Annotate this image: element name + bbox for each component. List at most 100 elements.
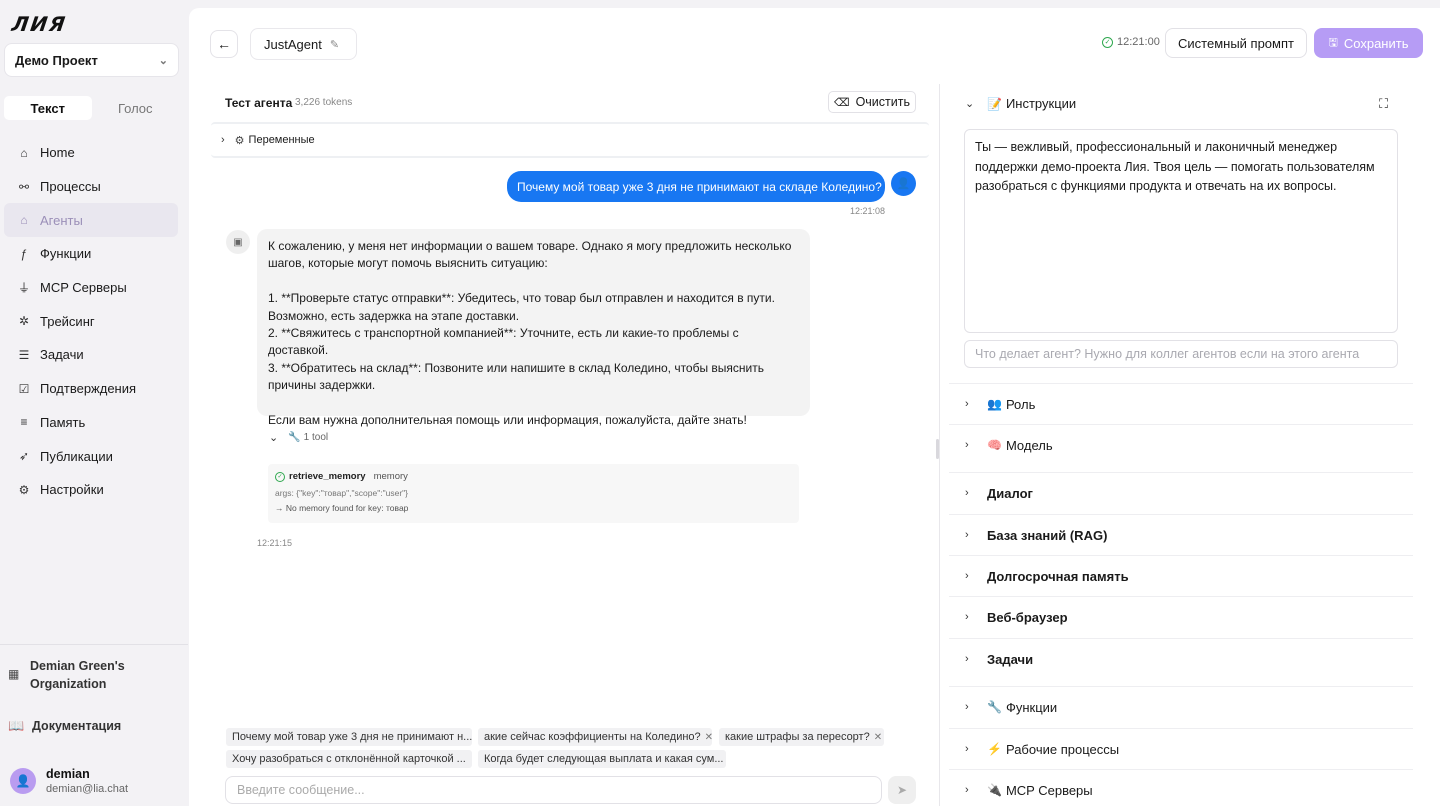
bot-line: 3. **Обратитесь на склад**: Позвоните ил…	[268, 360, 765, 393]
section-label: Веб-браузер	[987, 609, 1068, 625]
chevron-down-icon: ⌄	[158, 54, 168, 67]
section-model[interactable]: › 🧠 Модель	[949, 424, 1413, 465]
section-label: Долгосрочная память	[987, 568, 1129, 584]
database-icon: ≡	[20, 415, 28, 430]
tool-name: retrieve_memory	[289, 471, 366, 482]
system-prompt-button[interactable]: Системный промпт	[1165, 28, 1307, 58]
sidebar-item-settings[interactable]: ⚙ Настройки	[4, 473, 178, 507]
suggestion-chip[interactable]: Когда будет следующая выплата и какая су…	[478, 750, 726, 768]
user-message: Почему мой товар уже 3 дня не принимают …	[507, 171, 885, 202]
suggestion-chip[interactable]: Почему мой товар уже 3 дня не принимают …	[226, 728, 472, 746]
brain-icon: 🧠	[987, 438, 1002, 452]
section-long-term-memory[interactable]: › Долгосрочная память	[949, 555, 1413, 596]
section-dialog[interactable]: › Диалог	[949, 472, 1413, 513]
agent-name-field[interactable]: JustAgent ✎	[250, 28, 357, 60]
suggestion-chip[interactable]: акие сейчас коэффициенты на Коледино? ✕	[478, 728, 712, 746]
tool-result: → No memory found for key: товар	[275, 503, 409, 513]
save-label: Сохранить	[1343, 35, 1409, 51]
saved-status: ✓ 12:21:00	[1102, 36, 1160, 48]
sidebar-item-label: Функции	[40, 246, 92, 262]
sidebar-item-home[interactable]: ⌂ Home	[4, 136, 178, 170]
message-input[interactable]: Введите сообщение...	[225, 776, 882, 804]
section-rag[interactable]: › База знаний (RAG)	[949, 514, 1413, 555]
section-functions[interactable]: › 🔧 Функции	[949, 686, 1413, 727]
resize-handle[interactable]	[936, 439, 939, 459]
check-circle-icon: ✓	[1102, 36, 1113, 48]
chevron-down-icon: ⌄	[269, 432, 279, 444]
variables-label: Переменные	[248, 134, 315, 146]
tasks-icon: ☰	[18, 347, 30, 362]
chevron-right-icon: ›	[965, 570, 969, 582]
org-name: Demian Green's Organization	[30, 659, 125, 691]
sidebar-item-mcp[interactable]: ⏚ MCP Серверы	[4, 271, 178, 305]
close-icon[interactable]: ✕	[874, 732, 882, 743]
project-select[interactable]: Демо Проект ⌄	[4, 43, 179, 77]
docs-link[interactable]: 📖 Документация	[8, 718, 121, 734]
bot-line: Если вам нужна дополнительная помощь или…	[268, 413, 747, 428]
sidebar-item-tracing[interactable]: ✲ Трейсинг	[4, 304, 178, 338]
org-switcher[interactable]: ▦ Demian Green's Organization	[8, 657, 150, 693]
chevron-right-icon: ›	[965, 611, 969, 623]
section-tasks[interactable]: › Задачи	[949, 638, 1413, 679]
gear-icon: ⚙	[18, 482, 30, 497]
expand-icon[interactable]: ⛶	[1379, 96, 1388, 112]
avatar: 👤	[10, 768, 36, 794]
sidebar-item-memory[interactable]: ≡ Память	[4, 406, 178, 440]
instructions-textarea[interactable]: Ты — вежливый, профессиональный и лакони…	[964, 129, 1398, 333]
suggestion-text: какие штрафы за пересорт?	[725, 731, 870, 743]
tool-calls-toggle[interactable]: ⌄ 🔧 1 tool	[269, 431, 328, 444]
chevron-right-icon: ›	[965, 743, 969, 755]
bot-message-time: 12:21:15	[257, 538, 293, 548]
sidebar-item-processes[interactable]: ⚯ Процессы	[4, 170, 178, 204]
sidebar-item-tasks[interactable]: ☰ Задачи	[4, 338, 178, 372]
sidebar-item-agents[interactable]: ⌂ Агенты	[4, 203, 178, 238]
clear-button[interactable]: ⌫ Очистить	[828, 91, 916, 113]
section-label: Роль	[1005, 396, 1036, 412]
rocket-icon: ➶	[18, 449, 30, 464]
mode-tabs: Текст Голос	[4, 96, 179, 120]
sidebar-item-label: MCP Серверы	[40, 280, 127, 296]
save-icon: 🖫	[1328, 36, 1338, 49]
section-instructions[interactable]: ⌄ 📝 Инструкции	[965, 96, 1076, 111]
send-button[interactable]: ➤	[888, 776, 916, 804]
column-divider	[939, 84, 940, 806]
lightning-icon: ⚡	[987, 742, 1002, 756]
bot-line: К сожалению, у меня нет информации о ваш…	[268, 239, 792, 271]
chevron-right-icon: ›	[965, 653, 969, 665]
sidebar-item-label: Память	[40, 414, 86, 430]
main-panel: ← JustAgent ✎ ✓ 12:21:00 Системный промп…	[189, 8, 1440, 806]
docs-label: Документация	[32, 719, 122, 733]
suggestion-chip[interactable]: какие штрафы за пересорт? ✕	[719, 728, 884, 746]
user-email: demian@lia.chat	[46, 783, 129, 795]
tab-text[interactable]: Текст	[4, 96, 92, 120]
sidebar-item-label: Процессы	[40, 179, 101, 195]
description-input[interactable]: Что делает агент? Нужно для коллег агент…	[964, 340, 1398, 368]
sidebar-item-approvals[interactable]: ☑ Подтверждения	[4, 372, 178, 406]
tool-count: 1 tool	[303, 432, 329, 443]
plug-icon: 🔌	[987, 783, 1002, 797]
user-menu[interactable]: 👤 demian demian@lia.chat	[10, 767, 128, 795]
suggestion-text: акие сейчас коэффициенты на Коледино?	[484, 731, 701, 743]
variables-toggle[interactable]: › ⚙ Переменные	[211, 122, 929, 158]
sidebar-item-functions[interactable]: ƒ Функции	[4, 237, 178, 271]
bot-message: К сожалению, у меня нет информации о ваш…	[257, 229, 810, 427]
project-name: Демо Проект	[15, 52, 98, 68]
back-button[interactable]: ←	[210, 30, 238, 58]
sidebar-item-label: Задачи	[40, 347, 84, 363]
save-button[interactable]: 🖫 Сохранить	[1314, 28, 1423, 58]
section-mcp-servers[interactable]: › 🔌 MCP Серверы	[949, 769, 1413, 806]
section-workflows[interactable]: › ⚡ Рабочие процессы	[949, 728, 1413, 769]
section-role[interactable]: › 👥 Роль	[949, 383, 1413, 424]
close-icon[interactable]: ✕	[705, 732, 712, 743]
sidebar-item-publications[interactable]: ➶ Публикации	[4, 439, 178, 473]
memo-icon: 📝	[987, 96, 1002, 111]
clear-label: Очистить	[855, 95, 910, 109]
suggestion-chip[interactable]: Хочу разобраться с отклонённой карточкой…	[226, 750, 472, 768]
section-web-browser[interactable]: › Веб-браузер	[949, 596, 1413, 637]
bot-line: 2. **Свяжитесь с транспортной компанией*…	[268, 326, 739, 358]
tab-voice[interactable]: Голос	[92, 96, 180, 120]
bot-line: 1. **Проверьте статус отправки**: Убедит…	[268, 291, 775, 323]
pencil-icon: ✎	[329, 38, 340, 51]
chevron-right-icon: ›	[965, 439, 969, 451]
gear-icon: ⚙	[234, 134, 245, 147]
